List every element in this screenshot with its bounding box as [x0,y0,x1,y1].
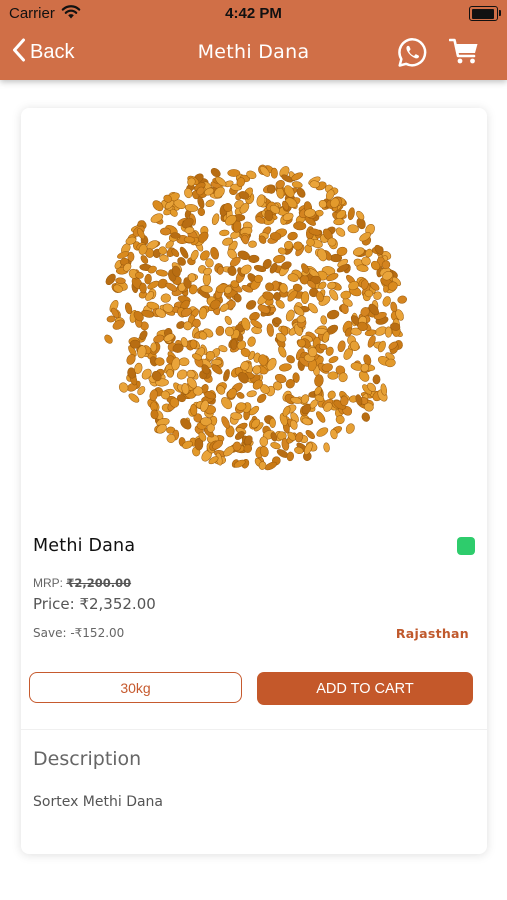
product-name: Methi Dana [33,536,136,556]
divider [21,729,487,730]
cart-icon[interactable] [448,38,479,69]
add-to-cart-button[interactable]: ADD TO CART [257,672,473,705]
availability-indicator [457,537,475,555]
whatsapp-icon[interactable] [396,36,429,73]
description-heading: Description [33,748,142,770]
product-image [101,163,409,471]
save-label: Save: [33,626,67,640]
mrp-value: ₹2,200.00 [66,576,132,590]
price-value: ₹2,352.00 [79,595,156,613]
battery-icon [469,6,501,21]
quantity-select-button[interactable]: 30kg [29,672,242,703]
mrp-label: MRP: [33,576,63,590]
price-label: Price: [33,595,75,613]
origin-label: Rajasthan [395,626,469,641]
savings-line: Save: -₹152.00 [33,626,124,640]
description-text: Sortex Methi Dana [33,794,164,810]
mrp-line: MRP: ₹2,200.00 [33,576,131,590]
navigation-bar: Back Methi Dana [0,28,507,80]
save-value: -₹152.00 [70,626,125,640]
page-title: Methi Dana [197,41,310,63]
product-card: Methi Dana MRP: ₹2,200.00 Price: ₹2,352.… [21,108,487,854]
price-line: Price: ₹2,352.00 [33,595,156,613]
status-bar: Carrier 4:42 PM [0,0,507,28]
header-bar: Carrier 4:42 PM Back Methi Dana [0,0,507,80]
clock: 4:42 PM [225,5,282,22]
